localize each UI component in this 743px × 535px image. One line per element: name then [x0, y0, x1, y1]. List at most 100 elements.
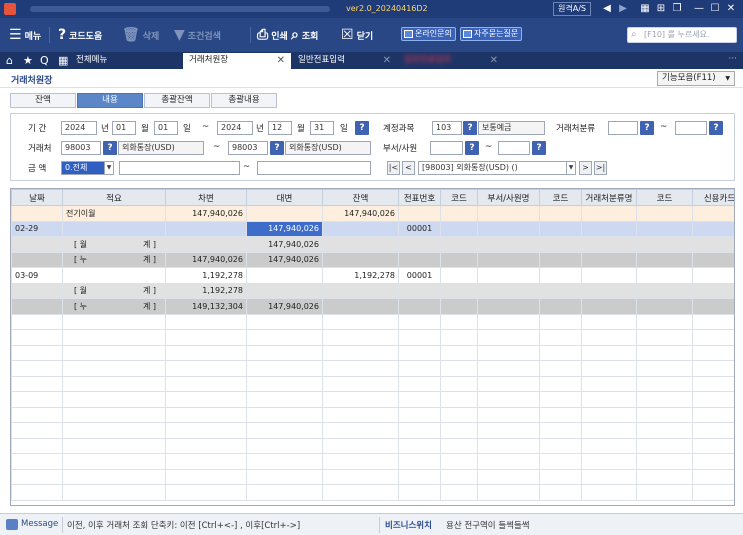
layout-cascade-icon[interactable]: ❐	[670, 2, 684, 16]
grid-cell[interactable]	[692, 484, 734, 501]
grid-cell[interactable]	[246, 282, 323, 299]
grid-cell[interactable]	[581, 220, 637, 237]
grid-cell[interactable]	[692, 329, 734, 346]
grid-cell[interactable]	[62, 220, 166, 237]
close-tab-icon[interactable]: ✕	[277, 53, 285, 68]
grid-cell[interactable]: [ 누 계 ]	[62, 251, 166, 268]
tab-client-ledger[interactable]: 거래처원장 ✕	[183, 53, 291, 69]
to-month-input[interactable]: 12	[268, 121, 292, 135]
grid-cell[interactable]	[246, 453, 323, 470]
grid-cell[interactable]	[581, 267, 637, 284]
client-to-help-button[interactable]: ?	[270, 141, 284, 155]
grid-cell[interactable]: 1,192,278	[165, 282, 247, 299]
grid-cell[interactable]	[581, 313, 637, 330]
column-header[interactable]: 부서/사원명	[477, 189, 540, 206]
grid-cell[interactable]	[636, 360, 693, 377]
grid-cell[interactable]	[477, 391, 540, 408]
grid-cell[interactable]	[322, 236, 399, 253]
grid-cell[interactable]	[165, 329, 247, 346]
grid-cell[interactable]: [ 누 계 ]	[62, 298, 166, 315]
grid-cell[interactable]: 03-09	[11, 267, 63, 284]
grid-cell[interactable]	[539, 422, 582, 439]
amount-to-input[interactable]	[257, 161, 371, 175]
grid-cell[interactable]	[322, 391, 399, 408]
grid-cell[interactable]	[11, 360, 63, 377]
grid-cell[interactable]	[62, 344, 166, 361]
grid-cell[interactable]	[539, 344, 582, 361]
grid-cell[interactable]	[322, 406, 399, 423]
amount-from-input[interactable]	[119, 161, 240, 175]
grid-cell[interactable]	[440, 220, 478, 237]
prev-client-button[interactable]: <	[402, 161, 415, 175]
star-icon[interactable]: ★	[23, 53, 33, 68]
maximize-icon[interactable]: ☐	[708, 2, 722, 16]
client-type-from-help-button[interactable]: ?	[640, 121, 654, 135]
grid-cell[interactable]	[440, 344, 478, 361]
grid-cell[interactable]	[322, 375, 399, 392]
grid-cell[interactable]	[440, 236, 478, 253]
grid-cell[interactable]	[322, 484, 399, 501]
grid-cell[interactable]	[11, 282, 63, 299]
grid-cell[interactable]	[539, 484, 582, 501]
grid-cell[interactable]	[539, 282, 582, 299]
grid-cell[interactable]	[165, 406, 247, 423]
grid-cell[interactable]	[246, 468, 323, 485]
grid-cell[interactable]	[539, 205, 582, 222]
client-to-code-input[interactable]: 98003	[228, 141, 268, 155]
grid-cell[interactable]	[322, 468, 399, 485]
column-header[interactable]: 코드	[539, 189, 582, 206]
grid-cell[interactable]	[165, 313, 247, 330]
grid-cell[interactable]	[398, 251, 441, 268]
grid-cell[interactable]	[636, 251, 693, 268]
table-row[interactable]: [ 월 계 ] 1,192,278	[11, 282, 734, 299]
next-client-button[interactable]: >	[579, 161, 592, 175]
print-button[interactable]: ⎙ 인쇄	[257, 26, 288, 44]
grid-cell[interactable]	[62, 422, 166, 439]
client-nav-select[interactable]: [98003] 외화통장(USD) ()	[418, 161, 567, 175]
grid-cell[interactable]	[165, 220, 247, 237]
grid-cell[interactable]	[62, 329, 166, 346]
column-header[interactable]: 거래처분류명	[581, 189, 637, 206]
column-header[interactable]: 차변	[165, 189, 247, 206]
grid-cell[interactable]	[322, 282, 399, 299]
grid-cell[interactable]	[165, 437, 247, 454]
client-type-from-input[interactable]	[608, 121, 638, 135]
grid-cell[interactable]	[398, 360, 441, 377]
grid-cell[interactable]	[539, 391, 582, 408]
grid-cell[interactable]	[322, 251, 399, 268]
grid-cell[interactable]: 147,940,026	[165, 251, 247, 268]
grid-cell[interactable]	[692, 375, 734, 392]
chevron-down-icon[interactable]: ▼	[566, 161, 576, 175]
grid-cell[interactable]	[636, 484, 693, 501]
grid-cell[interactable]	[636, 236, 693, 253]
grid-cell[interactable]	[692, 360, 734, 377]
grid-cell[interactable]	[581, 298, 637, 315]
empty-row[interactable]	[11, 375, 734, 392]
grid-cell[interactable]	[398, 406, 441, 423]
grid-cell[interactable]	[398, 375, 441, 392]
grid-cell[interactable]	[62, 406, 166, 423]
grid-cell[interactable]	[440, 406, 478, 423]
grid-cell[interactable]	[477, 282, 540, 299]
close-window-icon[interactable]: ✕	[724, 2, 738, 16]
grid-cell[interactable]	[440, 453, 478, 470]
grid-cell[interactable]	[322, 437, 399, 454]
grid-cell[interactable]	[477, 236, 540, 253]
grid-cell[interactable]	[440, 437, 478, 454]
client-type-to-help-button[interactable]: ?	[709, 121, 723, 135]
grid-cell[interactable]	[692, 422, 734, 439]
grid-cell[interactable]	[636, 220, 693, 237]
grid-cell[interactable]	[62, 453, 166, 470]
table-row[interactable]: [ 누 계 ] 149,132,304 147,940,026	[11, 298, 734, 315]
remote-support-button[interactable]: 원격A/S	[553, 2, 591, 16]
grid-cell[interactable]: 147,940,026	[246, 236, 323, 253]
grid-cell[interactable]	[11, 236, 63, 253]
grid-cell[interactable]	[246, 360, 323, 377]
subtab-content[interactable]: 내용	[77, 93, 143, 108]
grid-cell[interactable]	[165, 391, 247, 408]
grid-cell[interactable]	[477, 375, 540, 392]
tab-all-menu[interactable]: 전체메뉴	[70, 53, 182, 69]
grid-cell[interactable]	[165, 422, 247, 439]
grid-cell[interactable]	[581, 437, 637, 454]
grid-cell[interactable]	[539, 298, 582, 315]
